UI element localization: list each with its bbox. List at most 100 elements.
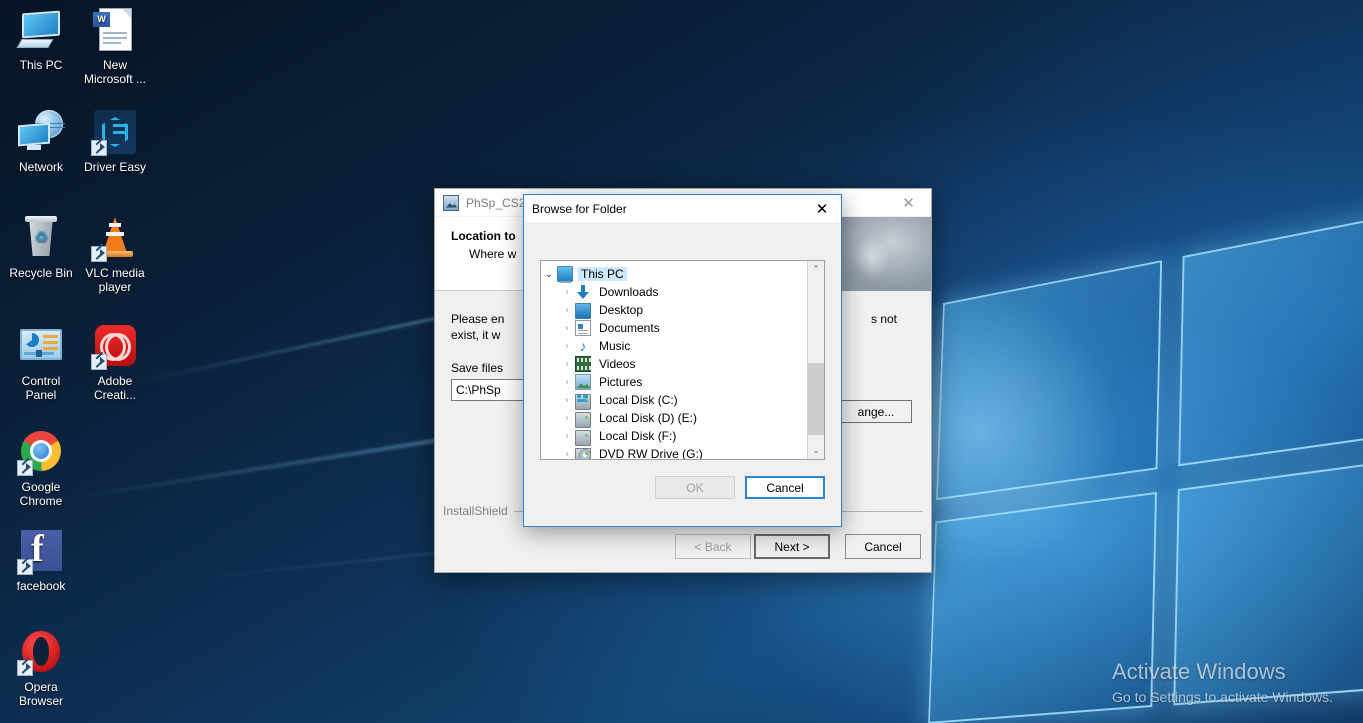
tree-item-label: This PC [578,267,627,281]
desktop-icon-label: facebook [3,579,79,593]
desktop-icon-google-chrome[interactable]: GoogleChrome [3,428,79,508]
tree-item-label: DVD RW Drive (G:) [596,447,706,459]
ok-button[interactable]: OK [655,476,735,499]
desktop-icon-label: ControlPanel [3,374,79,402]
tree-item-label: Downloads [596,285,661,299]
desktop-icon-facebook[interactable]: f facebook [3,527,79,593]
tree-item[interactable]: › Local Disk (C:) [541,391,807,409]
tree-item-label: Local Disk (C:) [596,393,681,407]
tree-item[interactable]: ›Local Disk (D) (E:) [541,409,807,427]
desktop-icon-this-pc[interactable]: This PC [3,6,79,72]
scrollbar-track[interactable] [808,278,825,442]
pictures-icon [575,374,591,390]
desktop-icon [575,303,591,319]
adobe-creative-cloud-icon [91,322,139,370]
tree-item-label: Videos [596,357,638,371]
tree-item[interactable]: › DVD RW Drive (G:) [541,445,807,459]
installshield-brand: InstallShield [443,504,508,518]
driver-easy-icon [91,108,139,156]
chevron-right-icon[interactable]: › [559,413,575,424]
chevron-right-icon[interactable]: › [559,431,575,442]
close-icon[interactable]: ✕ [886,189,931,217]
shortcut-arrow-icon [17,460,33,476]
tree-item[interactable]: › Pictures [541,373,807,391]
cancel-button[interactable]: Cancel [745,476,825,499]
browse-for-folder-dialog[interactable]: Browse for Folder ✕ ⌄This PC›Downloads›D… [523,194,842,527]
installer-paragraph-right: s not [871,311,897,327]
tree-item[interactable]: › Desktop [541,301,807,319]
this-pc-icon [17,6,65,54]
chevron-right-icon[interactable]: › [559,359,575,370]
tree-item-label: Desktop [596,303,646,317]
folder-tree[interactable]: ⌄This PC›Downloads›Desktop›Documents›♪Mu… [540,260,825,460]
chevron-right-icon[interactable]: › [559,377,575,388]
scrollbar-thumb[interactable] [808,363,825,435]
shortcut-arrow-icon [91,246,107,262]
shortcut-arrow-icon [91,140,107,156]
desktop-icon-vlc[interactable]: VLC mediaplayer [77,214,153,294]
google-chrome-icon [17,428,65,476]
desktop-icon-opera[interactable]: OperaBrowser [3,628,79,708]
computer-icon [557,266,573,282]
activate-windows-subtitle: Go to Settings to activate Windows. [1112,687,1333,707]
tree-item[interactable]: › Local Disk (F:) [541,427,807,445]
desktop-icon-control-panel[interactable]: ControlPanel [3,322,79,402]
network-icon [17,108,65,156]
documents-icon [575,320,591,336]
videos-icon [575,356,591,372]
desktop-icon-label: NewMicrosoft ... [77,58,153,86]
chevron-right-icon[interactable]: › [559,305,575,316]
dvd-drive-icon [575,448,591,459]
folder-tree-items[interactable]: ⌄This PC›Downloads›Desktop›Documents›♪Mu… [541,261,807,459]
back-button[interactable]: < Back [675,534,751,559]
tree-item[interactable]: › Downloads [541,283,807,301]
word-document-icon: W [91,6,139,54]
browse-dialog-titlebar[interactable]: Browse for Folder ✕ [524,195,841,222]
scroll-down-icon[interactable]: ⌄ [808,442,825,459]
browse-dialog-buttons: OK Cancel [524,468,841,526]
vlc-cone-icon [91,214,139,262]
chevron-right-icon[interactable]: › [559,341,575,352]
shortcut-arrow-icon [91,354,107,370]
desktop-icon-label: Driver Easy [77,160,153,174]
chevron-down-icon[interactable]: ⌄ [541,269,557,280]
windows-hero-wallpaper [926,199,1363,723]
tree-item-label: Local Disk (F:) [596,429,679,443]
chevron-right-icon[interactable]: › [559,287,575,298]
chevron-right-icon[interactable]: › [559,449,575,460]
cancel-button[interactable]: Cancel [845,534,921,559]
desktop-icon-new-microsoft[interactable]: W NewMicrosoft ... [77,6,153,86]
tree-item-label: Pictures [596,375,645,389]
desktop[interactable]: This PC W NewMicrosoft ... Network Drive… [0,0,1363,723]
downloads-icon [575,284,591,300]
desktop-icon-label: This PC [3,58,79,72]
desktop-icon-recycle-bin[interactable]: ♻ Recycle Bin [3,214,79,280]
drive-icon [575,412,591,428]
tree-scrollbar[interactable]: ⌃ ⌄ [807,261,824,459]
tree-item[interactable]: ›♪Music [541,337,807,355]
desktop-icon-label: Recycle Bin [3,266,79,280]
desktop-icon-label: AdobeCreati... [77,374,153,402]
facebook-icon: f [17,527,65,575]
scroll-up-icon[interactable]: ⌃ [808,261,825,278]
chevron-right-icon[interactable]: › [559,323,575,334]
desktop-icon-adobe-cc[interactable]: AdobeCreati... [77,322,153,402]
tree-item[interactable]: ⌄ This PC [541,265,807,283]
tree-item-label: Documents [596,321,663,335]
desktop-icon-network[interactable]: Network [3,108,79,174]
tree-item[interactable]: › Videos [541,355,807,373]
control-panel-icon [17,322,65,370]
drive-icon [575,430,591,446]
installer-paragraph-line1: Please en [451,312,504,326]
activate-windows-title: Activate Windows [1112,657,1333,687]
chevron-right-icon[interactable]: › [559,395,575,406]
next-button[interactable]: Next > [754,534,830,559]
desktop-icon-driver-easy[interactable]: Driver Easy [77,108,153,174]
opera-browser-icon [17,628,65,676]
desktop-icon-label: VLC mediaplayer [77,266,153,294]
change-button[interactable]: ange... [840,400,912,423]
desktop-icon-label: Network [3,160,79,174]
close-icon[interactable]: ✕ [803,195,841,222]
tree-item[interactable]: › Documents [541,319,807,337]
activate-windows-watermark: Activate Windows Go to Settings to activ… [1112,657,1333,707]
